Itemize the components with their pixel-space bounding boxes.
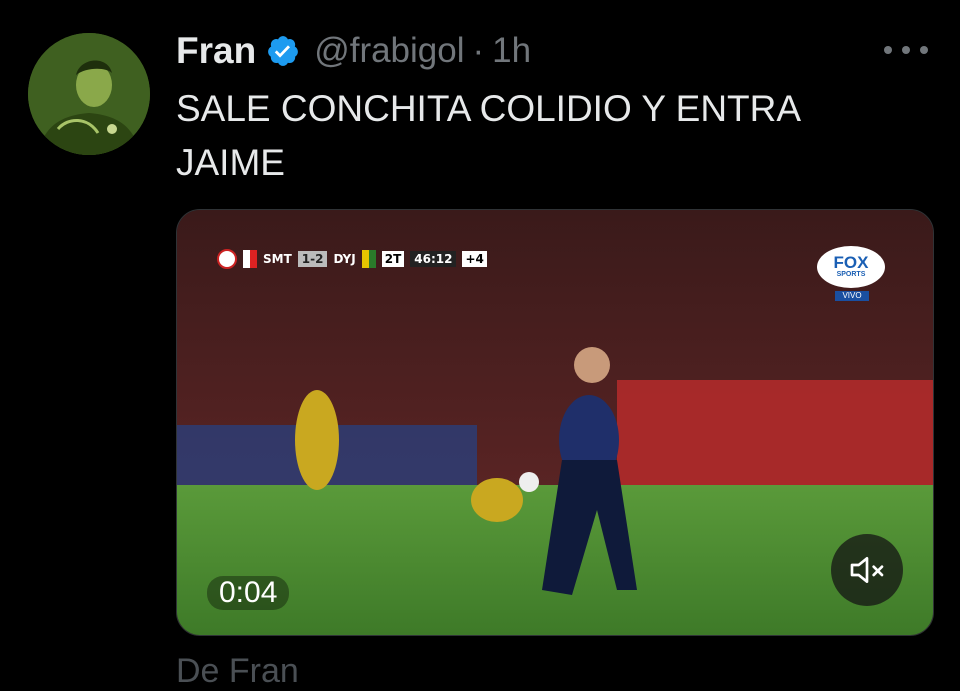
score: 1-2	[297, 251, 328, 267]
author-handle[interactable]: @frabigol	[314, 31, 464, 71]
tweet-text: SALE CONCHITA COLIDIO Y ENTRA JAIME	[176, 88, 800, 183]
away-team: DYJ	[333, 252, 356, 266]
next-tweet-author: De Fran	[176, 652, 299, 690]
live-badge: VIVO	[835, 291, 869, 301]
mute-toggle-button[interactable]	[831, 534, 903, 606]
scorebug: SMT 1-2 DYJ 2T 46:12 +4	[217, 248, 487, 270]
verified-badge-icon	[268, 36, 299, 66]
added-time: +4	[462, 251, 487, 267]
broadcaster-name: FOX	[833, 253, 869, 272]
more-dot	[920, 46, 928, 54]
author-avatar[interactable]	[28, 33, 150, 155]
avatar-image	[28, 33, 150, 155]
home-team: SMT	[263, 252, 292, 266]
speaker-muted-icon	[850, 557, 884, 583]
more-dot	[902, 46, 910, 54]
home-team-color-icon	[243, 250, 257, 268]
more-dot	[884, 46, 892, 54]
author-name[interactable]: Fran	[176, 30, 256, 72]
tweet-header: Fran @frabigol · 1h	[176, 28, 531, 74]
video-duration: 0:04	[207, 576, 290, 610]
away-team-color-icon	[361, 250, 376, 268]
fox-sports-logo: FOX SPORTS	[817, 246, 885, 288]
match-clock: 46:12	[410, 251, 457, 267]
league-logo-icon	[217, 249, 237, 269]
video-player[interactable]: SMT 1-2 DYJ 2T 46:12 +4 FOX SPORTS VIVO …	[176, 209, 934, 636]
match-half: 2T	[381, 251, 405, 267]
broadcaster-sub: SPORTS	[836, 271, 866, 278]
broadcaster-logo: FOX SPORTS VIVO	[817, 246, 887, 301]
more-options-icon[interactable]	[884, 38, 928, 62]
timestamp[interactable]: 1h	[492, 31, 531, 71]
separator: ·	[472, 31, 485, 70]
